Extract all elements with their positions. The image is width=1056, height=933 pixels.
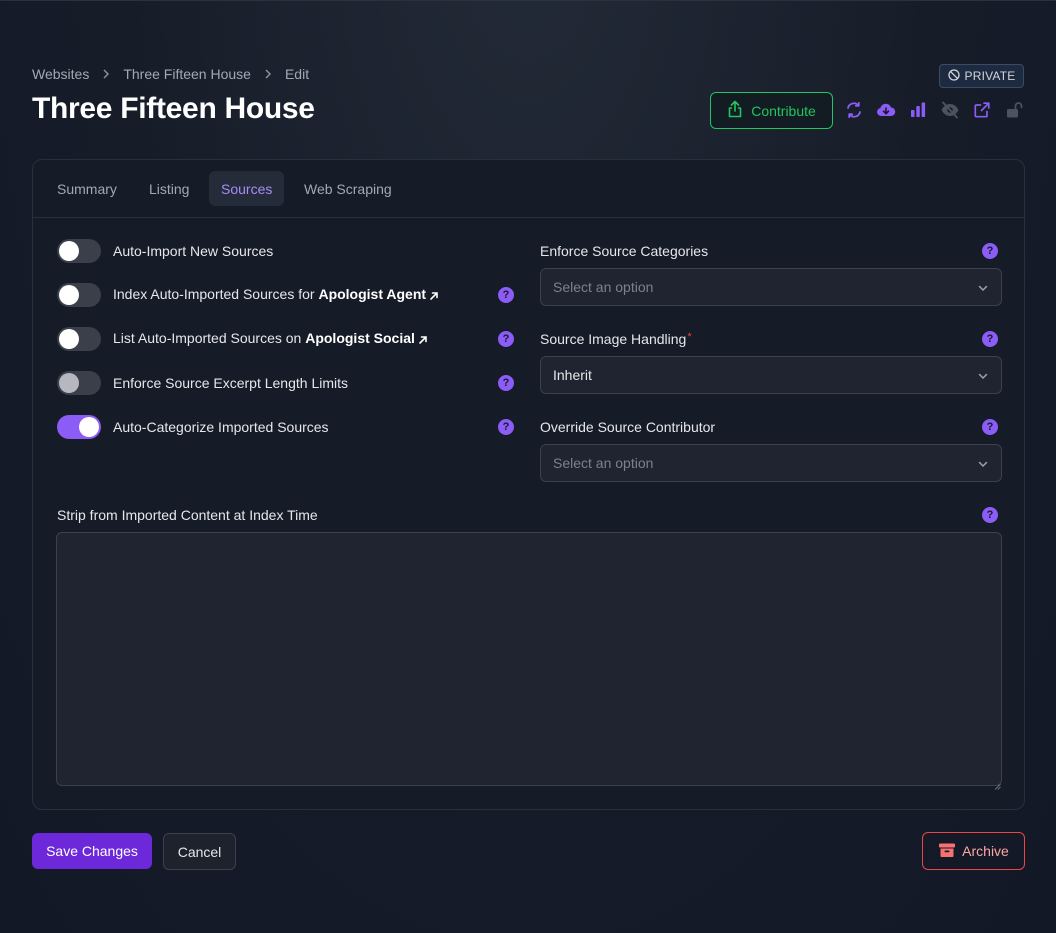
excerpt-limits-toggle[interactable] [57, 371, 101, 395]
help-icon[interactable]: ? [982, 507, 998, 523]
lock-open-icon[interactable] [1003, 99, 1025, 121]
override-contributor-select[interactable]: Select an option [540, 444, 1002, 482]
auto-import-label: Auto-Import New Sources [113, 243, 274, 259]
share-upload-icon [727, 100, 743, 121]
archive-button[interactable]: Archive [922, 832, 1025, 870]
save-changes-button[interactable]: Save Changes [32, 833, 152, 869]
chevron-down-icon [977, 457, 989, 473]
excerpt-limits-label: Enforce Source Excerpt Length Limits [113, 375, 349, 391]
help-icon[interactable]: ? [982, 243, 998, 259]
help-icon[interactable]: ? [982, 331, 998, 347]
toggle-row-auto-import: Auto-Import New Sources [57, 239, 273, 263]
help-icon[interactable]: ? [498, 331, 514, 347]
chevron-down-icon [977, 369, 989, 385]
ban-icon [947, 68, 960, 84]
tab-bar: Summary Listing Sources Web Scraping [33, 160, 1024, 218]
page-title: Three Fifteen House [32, 92, 315, 125]
apologist-social-link[interactable]: Apologist Social [305, 330, 415, 346]
top-border [0, 0, 1056, 1]
archive-label: Archive [962, 843, 1009, 859]
image-handling-value: Inherit [553, 367, 592, 383]
header-toolbar [843, 99, 1025, 121]
apologist-agent-link[interactable]: Apologist Agent [318, 286, 426, 302]
toggle-row-list-social: List Auto-Imported Sources on Apologist … [57, 327, 428, 351]
enforce-categories-label: Enforce Source Categories [540, 243, 709, 259]
tab-summary[interactable]: Summary [45, 171, 129, 206]
archive-icon [938, 842, 956, 861]
resize-grip-icon[interactable] [994, 777, 1022, 807]
toggle-knob [59, 373, 79, 393]
chevron-down-icon [977, 281, 989, 297]
image-handling-select[interactable]: Inherit [540, 356, 1002, 394]
breadcrumb: Websites Three Fifteen House Edit [32, 66, 309, 82]
visibility-badge: PRIVATE [939, 64, 1024, 88]
toggle-knob [59, 285, 79, 305]
list-social-toggle[interactable] [57, 327, 101, 351]
chevron-right-icon [264, 69, 272, 79]
bar-chart-icon[interactable] [907, 99, 929, 121]
help-icon[interactable]: ? [498, 287, 514, 303]
index-agent-label-prefix: Index Auto-Imported Sources for [113, 286, 319, 303]
chevron-right-icon [102, 69, 110, 79]
auto-import-toggle[interactable] [57, 239, 101, 263]
override-contributor-placeholder: Select an option [553, 455, 654, 471]
breadcrumb-website[interactable]: Three Fifteen House [123, 66, 251, 82]
tab-listing[interactable]: Listing [137, 171, 201, 206]
toggle-knob [79, 417, 99, 437]
external-link-icon[interactable] [971, 99, 993, 121]
strip-content-label: Strip from Imported Content at Index Tim… [57, 507, 318, 523]
cloud-download-icon[interactable] [875, 99, 897, 121]
help-icon[interactable]: ? [498, 419, 514, 435]
auto-categorize-label: Auto-Categorize Imported Sources [113, 419, 329, 435]
auto-categorize-toggle[interactable] [57, 415, 101, 439]
breadcrumb-websites[interactable]: Websites [32, 66, 89, 82]
toggle-row-auto-categorize: Auto-Categorize Imported Sources [57, 415, 329, 439]
toggle-knob [59, 329, 79, 349]
index-agent-toggle[interactable] [57, 283, 101, 307]
list-social-label: List Auto-Imported Sources on Apologist … [113, 330, 428, 347]
contribute-button[interactable]: Contribute [710, 92, 833, 129]
image-handling-label-text: Source Image Handling [540, 331, 687, 347]
settings-card: Summary Listing Sources Web Scraping Aut… [32, 159, 1025, 810]
strip-content-textarea[interactable] [56, 532, 1002, 786]
help-icon[interactable]: ? [982, 419, 998, 435]
toggle-row-excerpt-limits: Enforce Source Excerpt Length Limits [57, 371, 348, 395]
visibility-badge-label: PRIVATE [964, 69, 1016, 83]
image-handling-label: Source Image Handling* [540, 331, 692, 347]
breadcrumb-edit: Edit [284, 66, 310, 82]
refresh-icon[interactable] [843, 99, 865, 121]
help-icon[interactable]: ? [498, 375, 514, 391]
toggle-knob [59, 241, 79, 261]
contribute-label: Contribute [751, 102, 816, 119]
arrow-up-right-icon [418, 332, 428, 348]
index-agent-label: Index Auto-Imported Sources for Apologis… [113, 286, 439, 303]
enforce-categories-placeholder: Select an option [553, 279, 654, 295]
override-contributor-label: Override Source Contributor [540, 419, 716, 435]
list-social-label-prefix: List Auto-Imported Sources on [113, 330, 306, 347]
required-mark: * [687, 331, 692, 343]
cancel-button[interactable]: Cancel [163, 833, 236, 870]
arrow-up-right-icon [429, 288, 439, 304]
tab-web-scraping[interactable]: Web Scraping [292, 171, 404, 206]
tab-sources[interactable]: Sources [209, 171, 285, 206]
toggle-row-index-agent: Index Auto-Imported Sources for Apologis… [57, 283, 439, 307]
enforce-categories-select[interactable]: Select an option [540, 268, 1002, 306]
eye-off-icon[interactable] [939, 99, 961, 121]
